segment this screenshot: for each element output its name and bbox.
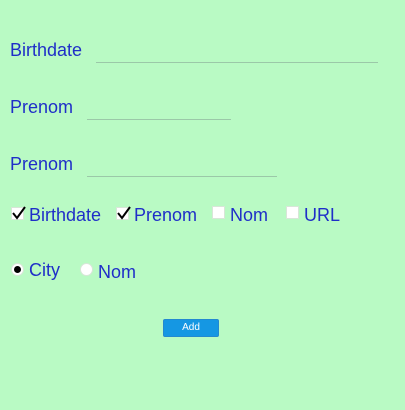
nom-radio[interactable] (80, 263, 93, 276)
prenom-label: Prenom (10, 97, 74, 117)
checkmark-icon (12, 206, 26, 220)
birthdate-checkbox[interactable] (11, 206, 26, 220)
prenom-checkbox-label: Prenom (134, 205, 198, 225)
prenom-label-2: Prenom (10, 154, 74, 174)
city-radio[interactable] (11, 263, 24, 276)
prenom-checkbox[interactable] (116, 206, 131, 220)
nom-checkbox-label: Nom (230, 205, 269, 225)
add-button[interactable]: Add (163, 319, 219, 337)
city-radio-label: City (29, 260, 60, 280)
birthdate-input[interactable] (96, 44, 378, 63)
nom-radio-label: Nom (98, 262, 137, 282)
prenom-input[interactable] (87, 101, 231, 120)
checkmark-icon (117, 206, 131, 220)
birthdate-checkbox-label: Birthdate (29, 205, 102, 225)
nom-checkbox[interactable] (212, 206, 225, 219)
url-checkbox-label: URL (304, 205, 341, 225)
prenom-input-2[interactable] (87, 158, 277, 177)
birthdate-label: Birthdate (10, 40, 83, 60)
url-checkbox[interactable] (286, 206, 299, 219)
radio-selected-dot (14, 266, 21, 273)
